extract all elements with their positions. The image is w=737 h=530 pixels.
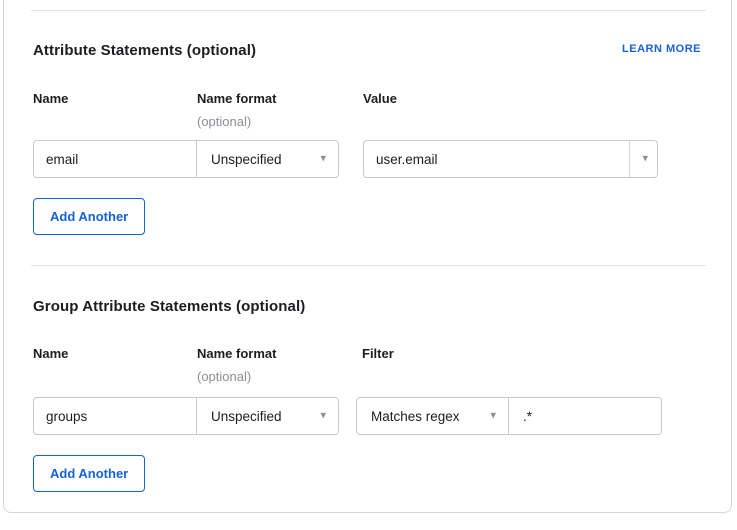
attribute-row-name-format-group: Unspecified ▾ <box>33 140 339 178</box>
group-attribute-name-input[interactable] <box>34 398 196 434</box>
filter-type-select[interactable]: Matches regex ▾ <box>357 398 508 434</box>
name-format-selected-value: Unspecified <box>211 152 282 167</box>
settings-card <box>3 0 732 513</box>
attribute-name-input[interactable] <box>34 141 196 177</box>
group-attribute-row-name-format-group: Unspecified ▾ <box>33 397 339 435</box>
column-header-filter: Filter <box>362 346 394 361</box>
add-another-group-attribute-button[interactable]: Add Another <box>33 455 145 492</box>
column-header-name: Name <box>33 346 68 361</box>
group-attribute-statements-title: Group Attribute Statements (optional) <box>33 298 305 315</box>
group-name-format-selected-value: Unspecified <box>211 409 282 424</box>
section-divider-top <box>31 10 706 11</box>
chevron-down-icon: ▾ <box>320 410 326 421</box>
attribute-value-input[interactable] <box>364 141 629 177</box>
group-name-format-select[interactable]: Unspecified ▾ <box>197 398 338 434</box>
attribute-statements-title: Attribute Statements (optional) <box>33 42 256 59</box>
column-header-name-format-optional: (optional) <box>197 369 251 384</box>
column-header-name-format: Name format <box>197 346 276 361</box>
chevron-down-icon: ▾ <box>490 410 496 421</box>
name-format-select[interactable]: Unspecified ▾ <box>197 141 338 177</box>
chevron-down-icon: ▾ <box>642 153 648 164</box>
column-header-name: Name <box>33 91 68 106</box>
filter-type-selected-value: Matches regex <box>371 409 460 424</box>
add-another-attribute-button[interactable]: Add Another <box>33 198 145 235</box>
section-divider-middle <box>31 265 706 266</box>
chevron-down-icon: ▾ <box>320 153 326 164</box>
group-filter-group: Matches regex ▾ <box>356 397 662 435</box>
attribute-value-group: ▾ <box>363 140 658 178</box>
attribute-statements-panel: Attribute Statements (optional) LEARN MO… <box>0 0 737 530</box>
column-header-name-format: Name format <box>197 91 276 106</box>
value-expression-dropdown-button[interactable]: ▾ <box>629 141 657 177</box>
learn-more-link[interactable]: LEARN MORE <box>622 43 701 55</box>
column-header-name-format-optional: (optional) <box>197 114 251 129</box>
filter-value-input[interactable] <box>509 398 661 434</box>
column-header-value: Value <box>363 91 397 106</box>
